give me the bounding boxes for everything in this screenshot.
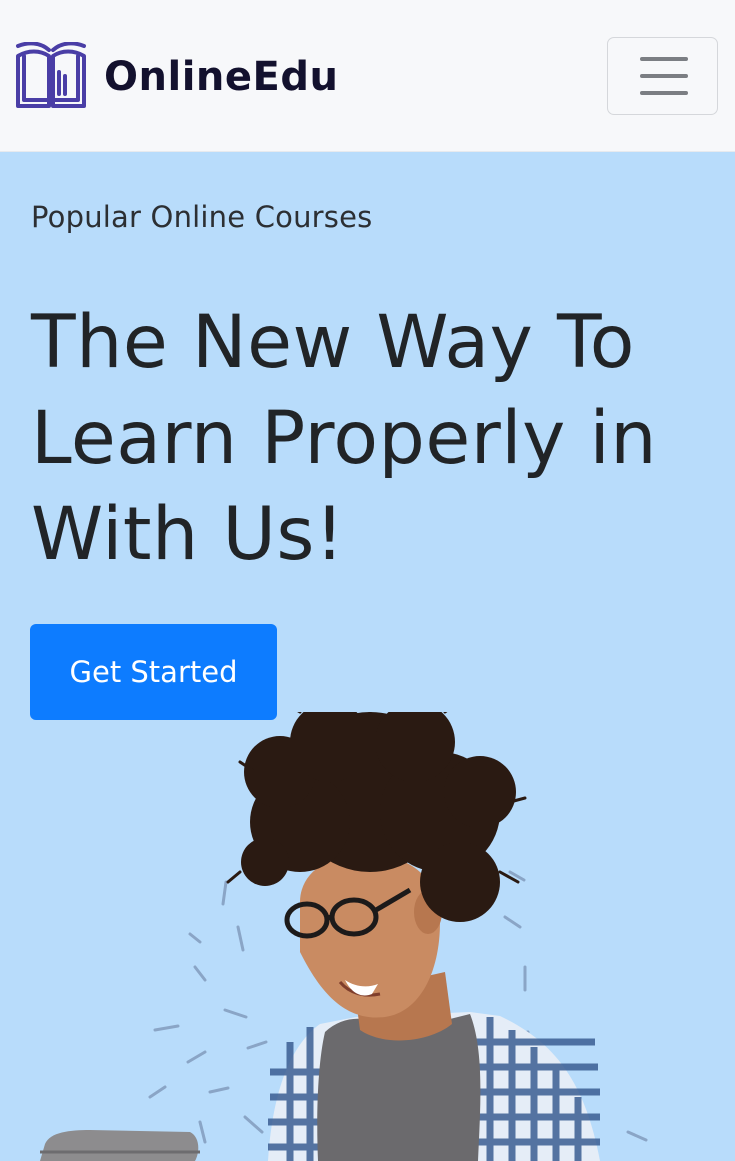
get-started-button[interactable]: Get Started [30, 624, 277, 720]
menu-toggle-button[interactable] [607, 37, 718, 115]
hero-title: The New Way To Learn Properly in With Us… [31, 300, 658, 577]
navbar: OnlineEdu [0, 0, 735, 152]
open-book-icon [16, 42, 86, 108]
brand-name: OnlineEdu [104, 54, 339, 100]
hero-student-image [40, 712, 648, 1161]
hero-subtitle: Popular Online Courses [31, 200, 373, 234]
brand-link[interactable]: OnlineEdu [14, 42, 338, 112]
hamburger-menu-icon [640, 57, 688, 95]
hero-section: Popular Online Courses The New Way To Le… [0, 152, 735, 1161]
